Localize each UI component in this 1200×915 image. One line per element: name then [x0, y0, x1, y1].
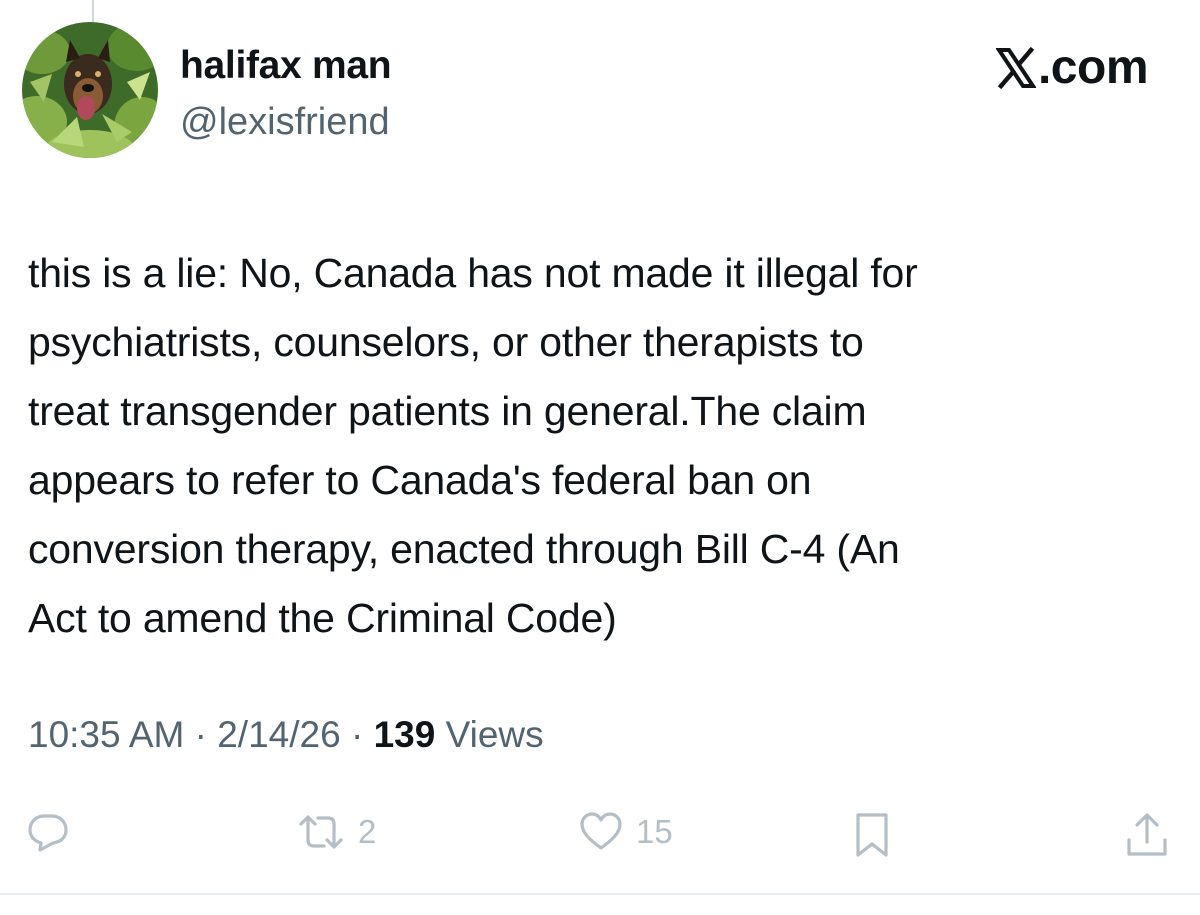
action-bar: 2 15	[0, 800, 1200, 870]
views-count: 139	[373, 714, 436, 755]
brand-watermark: .com	[995, 40, 1149, 95]
share-button[interactable]	[1124, 810, 1170, 860]
tweet-metadata: 10:35 AM · 2/14/26 · 139 Views	[28, 714, 544, 756]
views-label: Views	[445, 714, 544, 755]
divider	[0, 893, 1200, 895]
display-name[interactable]: halifax man	[180, 44, 392, 88]
tweet-text: this is a lie: No, Canada has not made i…	[28, 250, 918, 641]
thread-connector-line	[92, 0, 94, 22]
tweet-date[interactable]: 2/14/26	[217, 714, 340, 755]
heart-icon	[580, 812, 622, 850]
tweet-time[interactable]: 10:35 AM	[28, 714, 184, 755]
avatar-dog-image	[22, 22, 158, 158]
retweet-button[interactable]: 2	[296, 810, 376, 854]
retweet-count: 2	[358, 813, 377, 850]
bookmark-button[interactable]	[852, 810, 892, 860]
reply-icon	[28, 814, 68, 852]
avatar[interactable]	[22, 22, 158, 158]
meta-separator: ·	[194, 714, 207, 755]
meta-separator: ·	[350, 714, 364, 755]
share-icon	[1127, 813, 1167, 856]
like-button[interactable]: 15	[578, 810, 673, 854]
x-logo-icon	[995, 46, 1036, 89]
bookmark-icon	[856, 813, 888, 857]
like-count: 15	[636, 813, 673, 850]
retweet-icon	[299, 815, 343, 849]
user-handle[interactable]: @lexisfriend	[180, 101, 390, 144]
reply-button[interactable]	[26, 810, 70, 854]
brand-domain-suffix: .com	[1037, 41, 1149, 94]
